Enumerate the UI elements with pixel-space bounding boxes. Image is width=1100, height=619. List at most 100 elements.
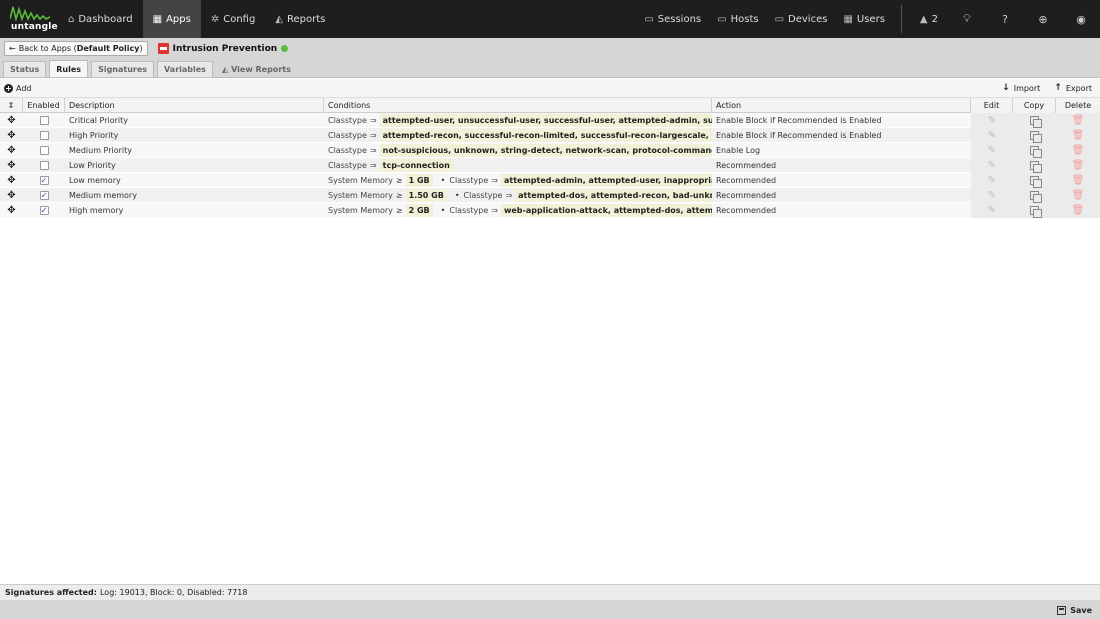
condition-operator: ≥ <box>395 176 403 185</box>
trash-icon[interactable]: 🗑︎ <box>1072 130 1085 141</box>
copy-icon[interactable] <box>1030 131 1042 143</box>
enabled-checkbox[interactable] <box>39 131 49 140</box>
condition-value: 1.50 GB <box>405 189 447 202</box>
nav-right-group: ▭ Sessions ▭ Hosts ▭ Devices ▦ Users ▲ 2… <box>636 0 1100 38</box>
tab-rules[interactable]: Rules <box>49 60 89 77</box>
copy-icon[interactable] <box>1030 161 1042 173</box>
table-row[interactable]: ✥ ✓ Medium memory System Memory ≥1.50 GB • Cla… <box>0 188 1100 203</box>
move-icon[interactable]: ✥ <box>7 205 15 216</box>
trash-icon[interactable]: 🗑︎ <box>1072 160 1085 171</box>
nav-dashboard[interactable]: ⌂ Dashboard <box>58 0 143 38</box>
tab-view-reports[interactable]: ◭ View Reports <box>216 61 297 77</box>
tab-signatures[interactable]: Signatures <box>91 61 155 77</box>
copy-icon[interactable] <box>1030 191 1042 203</box>
area-chart-icon: ◭ <box>221 64 229 74</box>
tab-variables[interactable]: Variables <box>157 61 213 77</box>
nav-apps[interactable]: ▦ Apps <box>142 0 201 38</box>
alerts-button[interactable]: ▲ 2 <box>910 0 948 38</box>
copy-icon[interactable] <box>1030 176 1042 188</box>
untangle-logo[interactable]: untangle <box>0 0 58 38</box>
header-enabled[interactable]: Enabled <box>23 98 65 113</box>
enabled-checkbox[interactable]: ✓ <box>39 191 49 200</box>
table-row[interactable]: ✥ Medium Priority Classtype ⇒ not-suspicious… <box>0 143 1100 158</box>
condition-key: Classtype <box>449 176 489 185</box>
move-icon[interactable]: ✥ <box>7 175 15 186</box>
move-icon[interactable]: ✥ <box>7 190 15 201</box>
table-row[interactable]: ✥ Low Priority Classtype ⇒ tcp-connection Rec… <box>0 158 1100 173</box>
drag-handle-cell[interactable]: ✥ <box>0 158 23 173</box>
drag-handle-cell[interactable]: ✥ <box>0 113 23 128</box>
drag-handle-cell[interactable]: ✥ <box>0 143 23 158</box>
nav-hosts-label: Hosts <box>730 13 759 25</box>
nav-reports[interactable]: ◭ Reports <box>265 0 335 38</box>
condition-operator: ⇒ <box>369 161 377 170</box>
enabled-checkbox[interactable] <box>39 146 49 155</box>
nav-hosts[interactable]: ▭ Hosts <box>709 0 766 38</box>
app-title: Intrusion Prevention <box>157 43 289 54</box>
trash-icon[interactable]: 🗑︎ <box>1072 175 1085 186</box>
lightbulb-icon[interactable]: 💡︎ <box>948 0 986 38</box>
table-row[interactable]: ✥ High Priority Classtype ⇒ attempted-recon,… <box>0 128 1100 143</box>
enabled-checkbox[interactable]: ✓ <box>39 206 49 215</box>
nav-config[interactable]: ✲ Config <box>201 0 265 38</box>
drag-handle-cell[interactable]: ✥ <box>0 128 23 143</box>
pencil-icon[interactable]: ✎ <box>988 145 996 156</box>
pencil-icon[interactable]: ✎ <box>988 190 996 201</box>
pencil-icon[interactable]: ✎ <box>988 175 996 186</box>
action-cell: Enable Block if Recommended is Enabled <box>712 113 971 128</box>
description-cell: High memory <box>65 203 324 218</box>
nav-devices[interactable]: ▭ Devices <box>767 0 836 38</box>
table-row[interactable]: ✥ ✓ High memory System Memory ≥2 GB • Classtyp… <box>0 203 1100 218</box>
header-description[interactable]: Description <box>65 98 324 113</box>
enabled-checkbox[interactable]: ✓ <box>39 176 49 185</box>
signatures-affected-values: Log: 19013, Block: 0, Disabled: 7718 <box>99 588 248 597</box>
enabled-checkbox[interactable] <box>39 116 49 125</box>
move-icon[interactable]: ✥ <box>7 130 15 141</box>
move-icon[interactable]: ✥ <box>7 115 15 126</box>
pencil-icon[interactable]: ✎ <box>988 160 996 171</box>
condition-key: Classtype <box>463 191 503 200</box>
trash-icon[interactable]: 🗑︎ <box>1072 190 1085 201</box>
copy-icon[interactable] <box>1030 146 1042 158</box>
enabled-cell: ✓ <box>23 173 65 188</box>
back-to-apps-button[interactable]: ← Back to Apps (Default Policy) <box>4 41 148 56</box>
copy-icon[interactable] <box>1030 116 1042 128</box>
arrow-up-icon: ↑ <box>1054 83 1062 93</box>
condition-value: attempted-admin, attempted-user, inappro… <box>500 174 712 187</box>
pencil-icon[interactable]: ✎ <box>988 205 996 216</box>
table-row[interactable]: ✥ ✓ Low memory System Memory ≥1 GB • Classtype… <box>0 173 1100 188</box>
sort-column-header[interactable]: ⇕ <box>0 98 23 113</box>
trash-icon[interactable]: 🗑︎ <box>1072 205 1085 216</box>
nav-users[interactable]: ▦ Users <box>835 0 892 38</box>
header-conditions[interactable]: Conditions <box>324 98 712 113</box>
account-icon[interactable]: ◉ <box>1062 0 1100 38</box>
trash-icon[interactable]: 🗑︎ <box>1072 115 1085 126</box>
sessions-icon: ▭ <box>644 13 654 25</box>
tab-status[interactable]: Status <box>3 61 47 77</box>
table-row[interactable]: ✥ Critical Priority Classtype ⇒ attempted-us… <box>0 113 1100 128</box>
enabled-checkbox[interactable] <box>39 161 49 170</box>
support-icon[interactable]: ⊕ <box>1024 0 1062 38</box>
nav-sessions[interactable]: ▭ Sessions <box>636 0 709 38</box>
drag-handle-cell[interactable]: ✥ <box>0 173 23 188</box>
header-action[interactable]: Action <box>712 98 971 113</box>
copy-icon[interactable] <box>1030 206 1042 218</box>
condition-operator: ⇒ <box>369 116 377 125</box>
save-button[interactable]: Save <box>1057 603 1092 617</box>
pencil-icon[interactable]: ✎ <box>988 115 996 126</box>
action-cell: Enable Log <box>712 143 971 158</box>
move-icon[interactable]: ✥ <box>7 145 15 156</box>
condition-separator: • <box>440 176 446 185</box>
add-label: Add <box>16 83 32 93</box>
move-icon[interactable]: ✥ <box>7 160 15 171</box>
drag-handle-cell[interactable]: ✥ <box>0 203 23 218</box>
condition-value: 1 GB <box>405 174 433 187</box>
add-button[interactable]: + Add <box>0 83 36 93</box>
export-button[interactable]: ↑ Export <box>1050 83 1096 93</box>
drag-handle-cell[interactable]: ✥ <box>0 188 23 203</box>
trash-icon[interactable]: 🗑︎ <box>1072 145 1085 156</box>
import-button[interactable]: ↓ Import <box>998 83 1044 93</box>
help-icon[interactable]: ? <box>986 0 1024 38</box>
nav-sessions-label: Sessions <box>657 13 702 25</box>
pencil-icon[interactable]: ✎ <box>988 130 996 141</box>
